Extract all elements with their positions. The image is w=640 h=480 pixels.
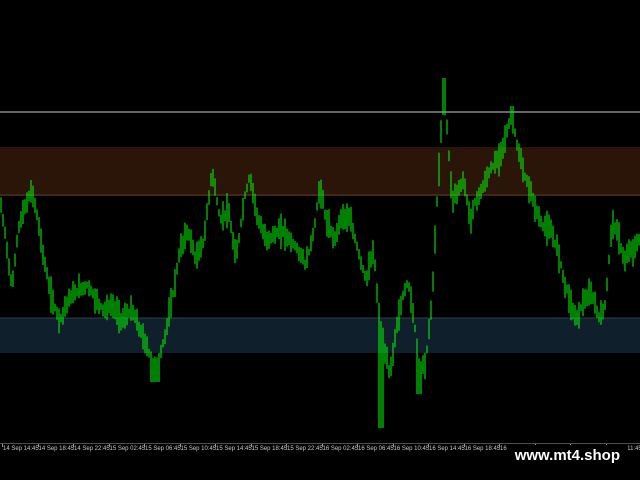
time-tick-label: 14 Sep 22:45 [74,446,110,452]
supply-zone [0,147,640,196]
time-tick-label: 15 Sep 10:45 [180,446,217,452]
time-tick-label: 15 Sep 14:45 [216,446,252,452]
price-bars [0,78,640,428]
price-chart[interactable] [0,0,640,444]
time-tick-label: 14 Sep 14:45 [3,446,39,452]
time-tick-label: 16 Sep 06:45 [358,446,394,452]
time-tick-label: 15 Sep 18:45 [251,446,288,452]
time-tick-label: 16 Sep 02:45 [322,446,359,452]
time-tick-label: 16 Sep 18:45 [464,446,501,452]
time-tick-label: 15 Sep 02:45 [109,446,146,452]
time-tick-label: 15 Sep 06:45 [145,446,181,452]
watermark: www.mt4.shop [506,445,628,466]
time-tick-label: 14 Sep 18:45 [38,446,75,452]
time-tick-label: 16 Sep 10:45 [393,446,430,452]
time-tick-label: 15 Sep 22:45 [287,446,323,452]
time-tick-label: 16 Sep 14:45 [429,446,465,452]
demand-zone [0,318,640,353]
